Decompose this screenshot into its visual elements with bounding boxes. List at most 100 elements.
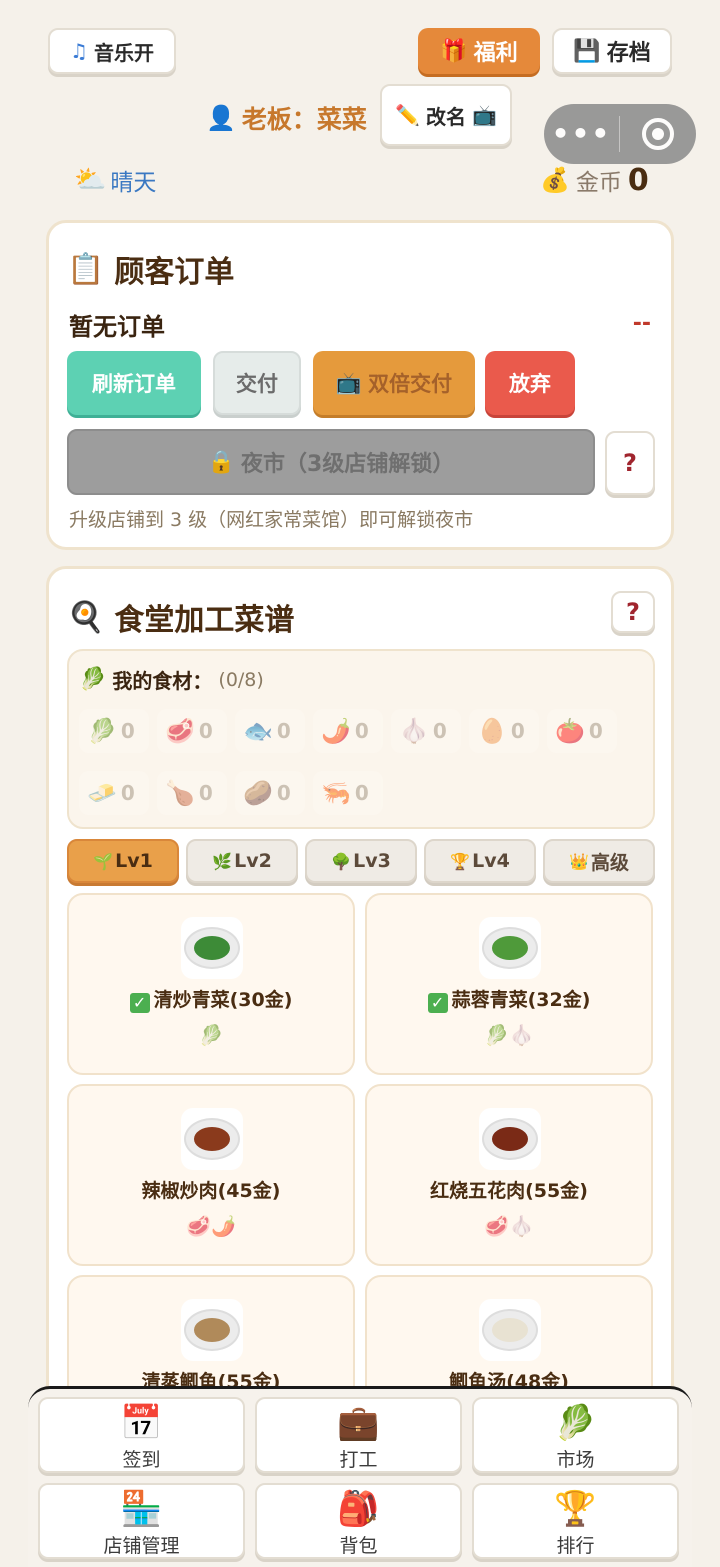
chili-icon: 🌶️ <box>321 717 351 745</box>
welfare-button[interactable]: 🎁 福利 <box>418 28 540 74</box>
customer-orders-card: 📋 顾客订单 暂无订单 -- 刷新订单 交付 📺 双倍交付 放弃 🔒 夜市（3级… <box>46 220 674 550</box>
clipboard-icon: 📋 <box>67 251 105 287</box>
nav-lettuce[interactable]: 🥬 市场 <box>472 1397 679 1473</box>
pencil-icon: ✏️ <box>395 103 420 127</box>
dish-ingredients: 🥩🧄 <box>484 1214 534 1238</box>
tab-label: Lv4 <box>472 850 510 872</box>
ingredient-slot: 🦐 0 <box>313 771 383 815</box>
gift-icon: 🎁 <box>440 38 468 64</box>
deliver-button[interactable]: 交付 <box>213 351 301 415</box>
nav-label: 打工 <box>339 1449 378 1471</box>
dish-card[interactable]: 红烧五花肉(55金) 🥩🧄 <box>365 1084 653 1266</box>
dish-image <box>479 1299 541 1361</box>
boss-name: 👤 老板：菜菜 <box>206 104 367 134</box>
shrimp-icon: 🦐 <box>321 779 351 807</box>
nav-backpack[interactable]: 🎒 背包 <box>255 1483 462 1559</box>
abandon-button[interactable]: 放弃 <box>485 351 575 415</box>
ingredient-slot: 🥚 0 <box>469 709 539 753</box>
dish-ingredients: 🥬 <box>198 1023 224 1047</box>
nav-briefcase[interactable]: 💼 打工 <box>255 1397 462 1473</box>
ingredient-qty: 0 <box>432 719 447 743</box>
tab-label: Lv3 <box>353 850 391 872</box>
ingredient-slot: 🐟 0 <box>235 709 305 753</box>
dish-name: ✓ 清炒青菜(30金) <box>69 985 353 1013</box>
tab-lv3[interactable]: 🌳 Lv3 <box>305 839 417 883</box>
orders-title: 📋 顾客订单 <box>67 251 235 291</box>
nav-label: 店铺管理 <box>103 1535 180 1557</box>
backpack-icon: 🎒 <box>337 1489 380 1529</box>
user-icon: 👤 <box>206 104 236 132</box>
bottom-nav: 📅 签到 💼 打工 🥬 市场 🏪 店铺管理 🎒 背包 🏆 排行 <box>28 1386 692 1567</box>
dish-image <box>479 1108 541 1170</box>
tree-icon: 🌳 <box>331 851 352 871</box>
ingredients-panel: 🥬 我的食材： (0/8) 🥬 0 🥩 0 🐟 0 🌶️ 0 🧄 0 🥚 0 🍅 0 🧈 0 🍗 0 🥔 0 🦐 0 <box>67 649 655 829</box>
nav-trophy[interactable]: 🏆 排行 <box>472 1483 679 1559</box>
dish-image <box>181 1108 243 1170</box>
tab-高级[interactable]: 👑 高级 <box>543 839 655 883</box>
potato-icon: 🥔 <box>243 779 273 807</box>
ingredient-qty: 0 <box>198 719 213 743</box>
dish-name: ✓ 蒜蓉青菜(32金) <box>367 985 651 1013</box>
tv-ad-icon: 📺 <box>472 103 497 127</box>
double-deliver-button[interactable]: 📺 双倍交付 <box>313 351 475 415</box>
target-icon <box>642 118 674 150</box>
dish-card[interactable]: ✓ 清炒青菜(30金) 🥬 <box>67 893 355 1075</box>
refresh-orders-button[interactable]: 刷新订单 <box>67 351 201 415</box>
recipes-card: 🍳 食堂加工菜谱 ? 🥬 我的食材： (0/8) 🥬 0 🥩 0 🐟 0 🌶️ 0 🧄 0 🥚 0 🍅 0… <box>46 566 674 1466</box>
ingredient-slot: 🥩 0 <box>157 709 227 753</box>
dish-card[interactable]: ✓ 蒜蓉青菜(32金) 🥬🧄 <box>365 893 653 1075</box>
sun-cloud-icon: ⛅ <box>74 165 107 195</box>
dish-card[interactable]: 辣椒炒肉(45金) 🥩🌶️ <box>67 1084 355 1266</box>
tofu-icon: 🧈 <box>87 779 117 807</box>
save-button[interactable]: 💾 存档 <box>552 28 672 74</box>
more-options-button[interactable]: ••• <box>544 104 619 164</box>
close-miniprogram-button[interactable] <box>620 118 696 150</box>
tab-lv2[interactable]: 🌿 Lv2 <box>186 839 298 883</box>
meat-icon: 🥩 <box>165 717 195 745</box>
ingredient-qty: 0 <box>276 719 291 743</box>
crown-icon: 👑 <box>569 851 589 871</box>
nav-calendar[interactable]: 📅 签到 <box>38 1397 245 1473</box>
ingredient-slot: 🥔 0 <box>235 771 305 815</box>
recipes-help-button[interactable]: ? <box>611 591 655 633</box>
nav-store[interactable]: 🏪 店铺管理 <box>38 1483 245 1559</box>
tab-label: Lv2 <box>234 850 272 872</box>
nav-label: 签到 <box>122 1449 161 1471</box>
tab-lv1[interactable]: 🌱 Lv1 <box>67 839 179 883</box>
rename-button[interactable]: ✏️ 改名 📺 <box>380 84 512 146</box>
lettuce-icon: 🥬 <box>79 667 107 692</box>
coin-balance: 💰 金币 0 <box>540 162 649 198</box>
chicken-leg-icon: 🍗 <box>165 779 195 807</box>
checkmark-icon: ✓ <box>129 993 150 1013</box>
music-note-icon: ♫ <box>70 39 88 63</box>
recipes-title: 🍳 食堂加工菜谱 <box>67 599 295 639</box>
dish-ingredients: 🥩🌶️ <box>186 1214 236 1238</box>
dish-image <box>181 1299 243 1361</box>
weather-indicator: ⛅ 晴天 <box>74 165 157 196</box>
ingredient-qty: 0 <box>354 781 369 805</box>
lock-icon: 🔒 <box>207 449 236 475</box>
sprout-icon: 🌱 <box>93 851 114 871</box>
tab-label: 高级 <box>590 851 629 874</box>
order-timer: -- <box>632 311 651 336</box>
ingredient-qty: 0 <box>120 781 135 805</box>
ingredient-qty: 0 <box>354 719 369 743</box>
tv-ad-icon: 📺 <box>335 370 363 395</box>
dish-image <box>181 917 243 979</box>
tab-lv4[interactable]: 🏆 Lv4 <box>424 839 536 883</box>
lettuce-icon: 🥬 <box>554 1403 597 1443</box>
order-status: 暂无订单 <box>69 313 165 341</box>
night-market-help-button[interactable]: ? <box>605 431 655 495</box>
night-market-button[interactable]: 🔒 夜市（3级店铺解锁） <box>67 429 595 495</box>
ingredient-qty: 0 <box>276 781 291 805</box>
music-toggle-button[interactable]: ♫ 音乐开 <box>48 28 176 74</box>
ingredient-qty: 0 <box>120 719 135 743</box>
miniprogram-capsule: ••• <box>544 104 696 164</box>
frying-pan-icon: 🍳 <box>67 599 105 635</box>
ingredient-slot: 🌶️ 0 <box>313 709 383 753</box>
ingredient-qty: 0 <box>588 719 603 743</box>
fish-icon: 🐟 <box>243 717 273 745</box>
dish-name: 红烧五花肉(55金) <box>430 1180 588 1202</box>
store-icon: 🏪 <box>120 1489 163 1529</box>
tomato-icon: 🍅 <box>555 717 585 745</box>
